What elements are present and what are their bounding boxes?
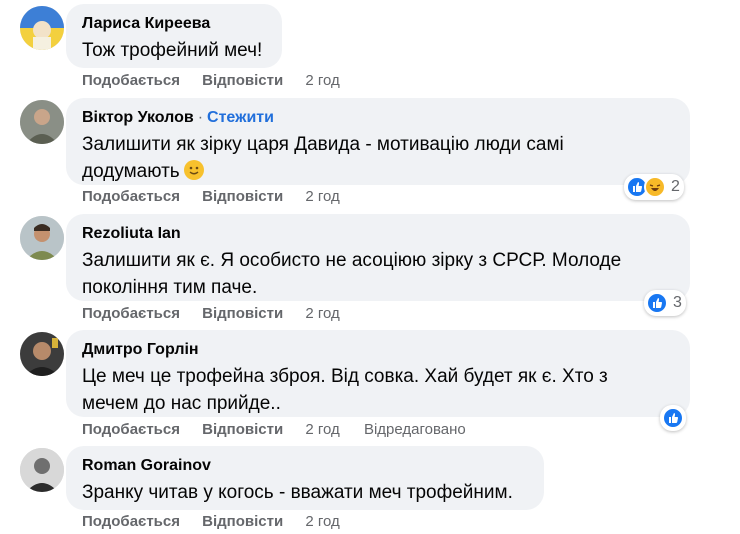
author-name[interactable]: Rezoliuta Ian: [82, 225, 181, 242]
reaction-summary[interactable]: [660, 405, 686, 431]
like-button[interactable]: Подобається: [82, 421, 180, 438]
like-button[interactable]: Подобається: [82, 72, 180, 89]
comment-text: Зранку читав у когось - вважати меч троф…: [82, 482, 513, 503]
like-icon: [662, 407, 684, 429]
comment-actions: Подобається Відповісти 2 год: [82, 305, 360, 323]
comment-bubble: Лариса Киреева Тож трофейний меч!: [66, 4, 282, 68]
reaction-count: 2: [671, 178, 680, 195]
like-button[interactable]: Подобається: [82, 513, 180, 530]
avatar[interactable]: [20, 332, 64, 376]
avatar[interactable]: [20, 216, 64, 260]
reply-button[interactable]: Відповісти: [202, 72, 283, 89]
comment-text: Залишити як зірку царя Давида - мотиваці…: [82, 134, 564, 182]
author-name[interactable]: Roman Gorainov: [82, 457, 211, 474]
comment-actions: Подобається Відповісти 2 год: [82, 72, 360, 90]
reaction-summary[interactable]: 3: [644, 290, 686, 316]
timestamp[interactable]: 2 год: [305, 305, 339, 322]
avatar[interactable]: [20, 448, 64, 492]
author-name[interactable]: Дмитро Горлін: [82, 341, 199, 358]
avatar[interactable]: [20, 100, 64, 144]
like-button[interactable]: Подобається: [82, 188, 180, 205]
reply-button[interactable]: Відповісти: [202, 305, 283, 322]
like-button[interactable]: Подобається: [82, 305, 180, 322]
avatar[interactable]: [20, 6, 64, 50]
timestamp[interactable]: 2 год: [305, 72, 339, 89]
like-icon: [646, 292, 668, 314]
reaction-summary[interactable]: 2: [624, 174, 684, 200]
reply-button[interactable]: Відповісти: [202, 188, 283, 205]
comment-actions: Подобається Відповісти 2 год Відредагова…: [82, 421, 486, 439]
comment-bubble: Віктор Уколов · Стежити Залишити як зірку …: [66, 98, 690, 185]
reply-button[interactable]: Відповісти: [202, 513, 283, 530]
timestamp[interactable]: 2 год: [305, 513, 339, 530]
comment-text: Залишити як є. Я особисто не асоціюю зір…: [82, 250, 622, 298]
comment-text: Тож трофейний меч!: [82, 40, 263, 61]
edited-label[interactable]: Відредаговано: [364, 421, 466, 438]
comment-bubble: Дмитро Горлін Це меч це трофейна зброя. …: [66, 330, 690, 417]
slightly-smiling-face-emoji-icon: [183, 160, 204, 180]
author-name[interactable]: Лариса Киреева: [82, 15, 210, 32]
reaction-count: 3: [673, 294, 682, 311]
comment-actions: Подобається Відповісти 2 год: [82, 188, 360, 206]
comment-bubble: Rezoliuta Ian Залишити як є. Я особисто …: [66, 214, 690, 301]
reply-button[interactable]: Відповісти: [202, 421, 283, 438]
author-name[interactable]: Віктор Уколов: [82, 109, 194, 126]
follow-button[interactable]: Стежити: [207, 109, 274, 126]
timestamp[interactable]: 2 год: [305, 188, 339, 205]
separator-dot: ·: [197, 109, 204, 126]
comment-bubble: Roman Gorainov Зранку читав у когось - в…: [66, 446, 544, 510]
comment-actions: Подобається Відповісти 2 год: [82, 513, 360, 531]
comment-text: Це меч це трофейна зброя. Від совка. Хай…: [82, 366, 608, 414]
haha-icon: [644, 176, 666, 198]
timestamp[interactable]: 2 год: [305, 421, 339, 438]
